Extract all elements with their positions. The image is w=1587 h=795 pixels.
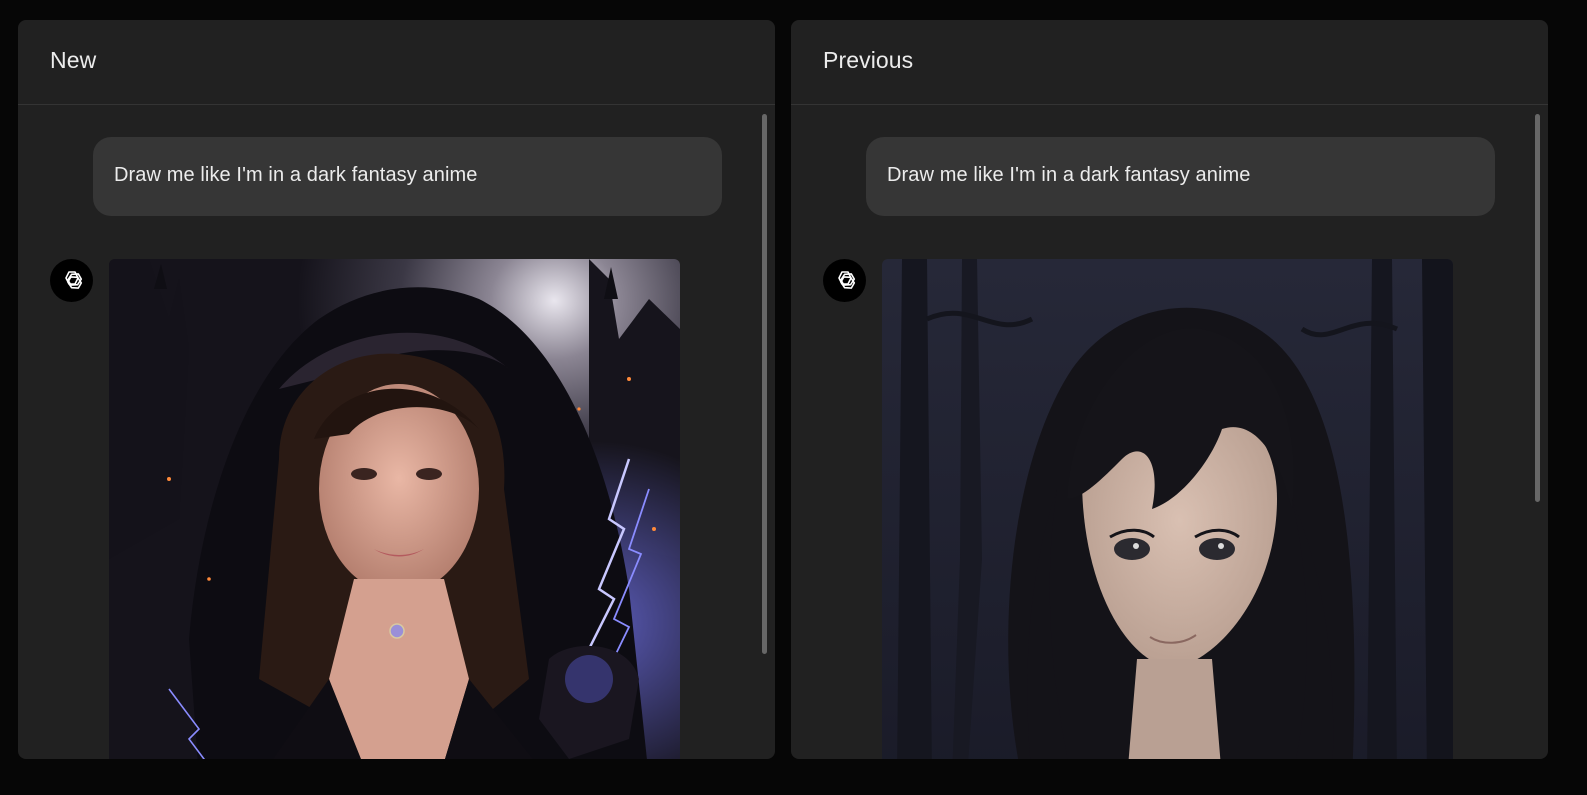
panel-header: Previous	[791, 20, 1548, 105]
generated-image[interactable]	[882, 259, 1453, 759]
panel-new: New Draw me like I'm in a dark fantasy a…	[18, 20, 775, 759]
generated-image[interactable]	[109, 259, 680, 759]
panel-header: New	[18, 20, 775, 105]
scrollbar[interactable]	[1535, 114, 1540, 502]
user-message-text: Draw me like I'm in a dark fantasy anime	[887, 164, 1251, 186]
user-message-bubble: Draw me like I'm in a dark fantasy anime	[866, 137, 1495, 216]
conversation-area[interactable]: Draw me like I'm in a dark fantasy anime	[791, 105, 1548, 759]
panel-title: New	[50, 46, 97, 73]
panel-title: Previous	[823, 46, 914, 73]
openai-logo-icon	[50, 259, 93, 302]
user-message-text: Draw me like I'm in a dark fantasy anime	[114, 164, 478, 186]
panel-previous: Previous Draw me like I'm in a dark fant…	[791, 20, 1548, 759]
conversation-area[interactable]: Draw me like I'm in a dark fantasy anime	[18, 105, 775, 759]
scrollbar[interactable]	[762, 114, 767, 654]
user-message-bubble: Draw me like I'm in a dark fantasy anime	[93, 137, 722, 216]
openai-logo-icon	[823, 259, 866, 302]
comparison-view: New Draw me like I'm in a dark fantasy a…	[0, 0, 1587, 795]
